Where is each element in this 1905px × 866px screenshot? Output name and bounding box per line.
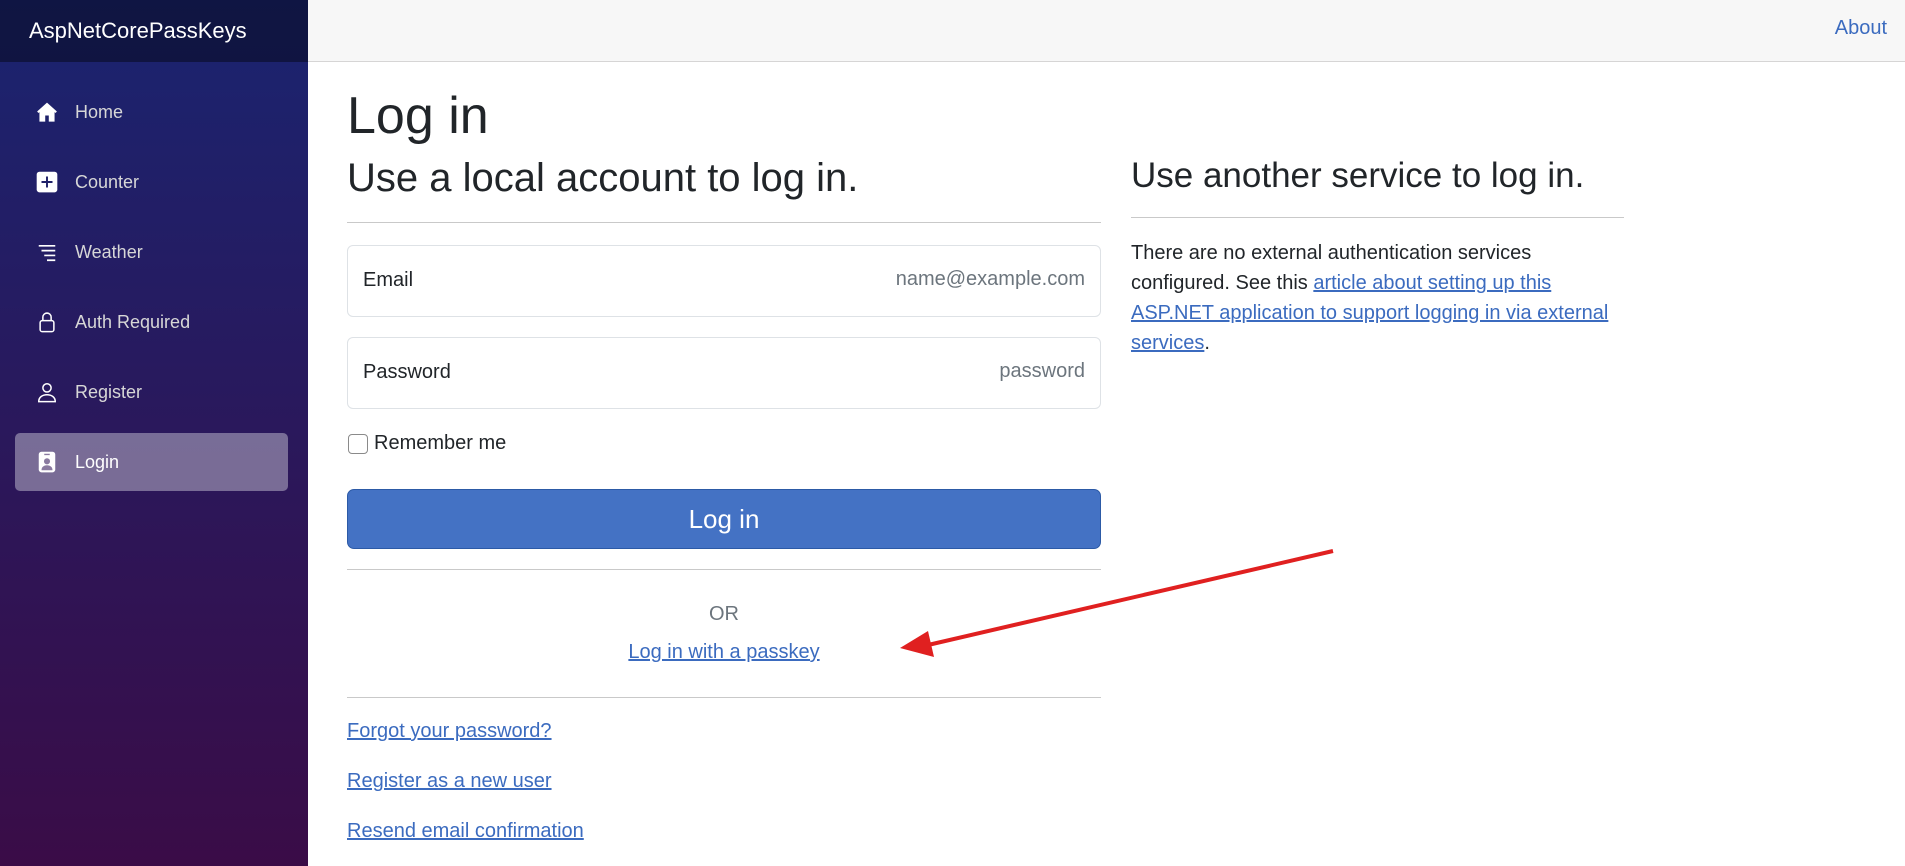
sidebar-item-register[interactable]: Register (15, 363, 288, 421)
remember-me-checkbox[interactable] (348, 433, 368, 454)
sidebar-item-label: Auth Required (75, 311, 191, 332)
sidebar-item-weather[interactable]: Weather (15, 223, 288, 281)
divider (1131, 217, 1624, 218)
sidebar-item-counter[interactable]: Counter (15, 153, 288, 211)
sidebar-item-home[interactable]: Home (15, 83, 288, 141)
forgot-password-wrapper: Forgot your password? (347, 720, 552, 743)
brand-bar: AspNetCorePassKeys (0, 0, 308, 62)
remember-me[interactable]: Remember me (348, 432, 506, 455)
home-icon (35, 100, 59, 124)
password-input[interactable] (685, 360, 1085, 383)
person-badge-icon (35, 450, 59, 474)
top-row: About (308, 0, 1905, 62)
register-wrapper: Register as a new user (347, 770, 552, 793)
divider (347, 569, 1101, 570)
sidebar-item-login[interactable]: Login (15, 433, 288, 491)
sidebar-item-auth-required[interactable]: Auth Required (15, 293, 288, 351)
email-label: Email (363, 269, 414, 291)
lock-icon (35, 310, 59, 334)
external-services-text: There are no external authentication ser… (1131, 238, 1631, 358)
plus-square-icon (35, 170, 59, 194)
password-field[interactable]: Password (347, 337, 1101, 409)
resend-confirmation-link[interactable]: Resend email confirmation (347, 820, 584, 842)
sidebar: AspNetCorePassKeys Home Counter Weather … (0, 0, 308, 866)
sidebar-item-label: Counter (75, 171, 140, 192)
page-title: Log in (347, 87, 489, 145)
or-separator: OR (709, 603, 739, 625)
passkey-link-wrapper: Log in with a passkey (347, 641, 1101, 664)
external-text-after: . (1204, 332, 1210, 354)
sidebar-item-label: Register (75, 381, 143, 402)
local-account-heading: Use a local account to log in. (347, 156, 859, 200)
list-icon (35, 240, 59, 264)
external-login-heading: Use another service to log in. (1131, 156, 1585, 195)
sidebar-item-label: Weather (75, 241, 143, 262)
login-button[interactable]: Log in (347, 489, 1101, 549)
about-link[interactable]: About (1835, 17, 1887, 40)
remember-me-label: Remember me (374, 432, 507, 454)
sidebar-item-label: Login (75, 451, 120, 472)
passkey-login-link[interactable]: Log in with a passkey (628, 641, 819, 663)
person-icon (35, 380, 59, 404)
sidebar-item-label: Home (75, 101, 124, 122)
divider (347, 222, 1101, 223)
email-input[interactable] (685, 268, 1085, 291)
resend-confirmation-wrapper: Resend email confirmation (347, 820, 584, 843)
register-link[interactable]: Register as a new user (347, 770, 552, 792)
forgot-password-link[interactable]: Forgot your password? (347, 720, 552, 742)
password-label: Password (363, 361, 451, 383)
divider (347, 697, 1101, 698)
brand-link[interactable]: AspNetCorePassKeys (29, 18, 247, 44)
email-field[interactable]: Email (347, 245, 1101, 317)
